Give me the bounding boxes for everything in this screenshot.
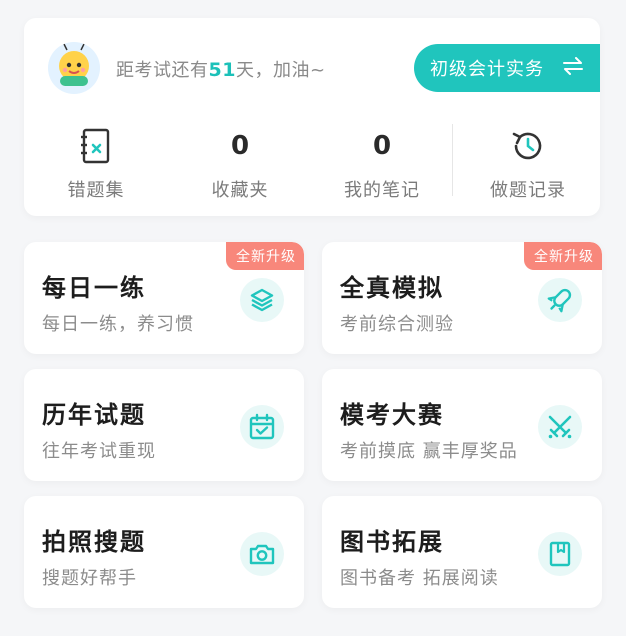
feature-book-extension[interactable]: 图书拓展 图书备考 拓展阅读 [322,496,602,608]
feature-title: 全真模拟 [340,274,444,302]
crossed-swords-icon [538,405,582,449]
feature-title: 历年试题 [42,401,146,429]
stat-value: 0 [372,131,392,161]
divider [452,124,453,196]
countdown-prefix: 距考试还有 [116,60,209,81]
camera-icon [240,532,284,576]
avatar[interactable] [48,42,100,94]
stat-wrong-questions[interactable]: 错题集 [24,126,168,206]
feature-past-exams[interactable]: 历年试题 往年考试重现 [24,369,304,481]
calendar-icon [240,405,284,449]
stat-label: 错题集 [67,180,125,201]
feature-subtitle: 考前综合测验 [340,314,454,335]
feature-subtitle: 搜题好帮手 [42,568,137,589]
feature-subtitle: 每日一练，养习惯 [42,314,194,335]
feature-subtitle: 往年考试重现 [42,441,156,462]
new-upgrade-badge: 全新升级 [524,242,602,270]
stat-label: 我的笔记 [344,180,420,201]
feature-photo-search[interactable]: 拍照搜题 搜题好帮手 [24,496,304,608]
subject-switch-button[interactable]: 初级会计实务 [414,44,600,92]
feature-full-mock[interactable]: 全真模拟 考前综合测验 全新升级 [322,242,602,354]
stat-favorites[interactable]: 0 收藏夹 [168,126,312,206]
swap-icon [562,56,584,80]
stat-label: 做题记录 [490,180,566,201]
stat-label: 收藏夹 [211,180,269,201]
feature-mock-contest[interactable]: 模考大赛 考前摸底 赢丰厚奖品 [322,369,602,481]
countdown-days: 51 [208,59,236,81]
feature-title: 拍照搜题 [42,528,146,556]
stat-notes[interactable]: 0 我的笔记 [310,126,454,206]
feature-title: 模考大赛 [340,401,444,429]
feature-title: 图书拓展 [340,528,444,556]
stat-history[interactable]: 做题记录 [456,126,600,206]
new-upgrade-badge: 全新升级 [226,242,304,270]
feature-subtitle: 考前摸底 赢丰厚奖品 [340,441,518,462]
history-icon [456,126,600,166]
feature-title: 每日一练 [42,274,146,302]
exam-countdown: 距考试还有51天，加油~ [116,56,326,82]
book-icon [538,532,582,576]
rocket-icon [538,278,582,322]
summary-card: 距考试还有51天，加油~ 初级会计实务 错题集 0 收藏夹 0 我的笔记 做题记… [24,18,600,216]
feature-subtitle: 图书备考 拓展阅读 [340,568,499,589]
wrong-notebook-icon [24,126,168,166]
stat-value: 0 [230,131,250,161]
subject-label: 初级会计实务 [430,59,544,80]
countdown-suffix: 天，加油~ [235,60,326,81]
feature-daily-practice[interactable]: 每日一练 每日一练，养习惯 全新升级 [24,242,304,354]
layers-icon [240,278,284,322]
